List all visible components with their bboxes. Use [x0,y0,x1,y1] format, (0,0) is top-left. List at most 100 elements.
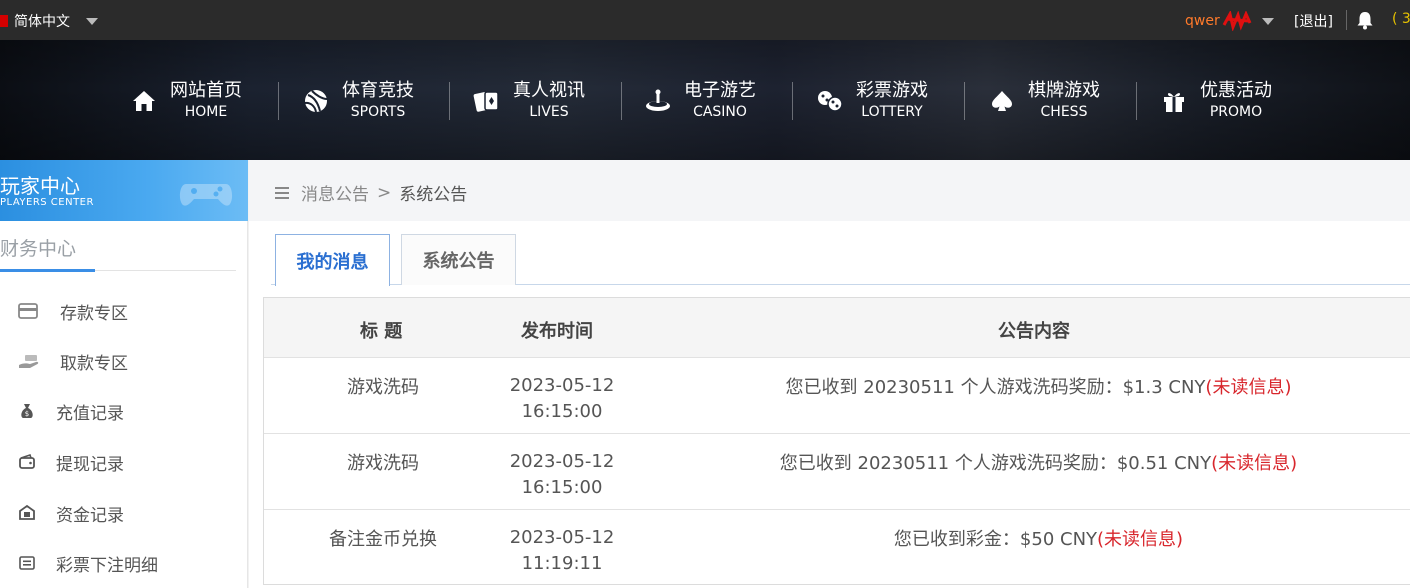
sidebar-item-lottery-bets[interactable]: 彩票下注明细 [18,551,158,576]
menu-icon[interactable] [275,186,289,200]
nav-home[interactable]: 网站首页 HOME [130,79,242,123]
divider [792,82,793,120]
sidebar-item-label: 充值记录 [56,403,124,424]
sidebar-item-label: 取款专区 [60,353,128,374]
row-time-value: 16:15:00 [521,477,603,498]
nav-chess[interactable]: 棋牌游戏 CHESS [988,79,1100,123]
breadcrumb-separator: > [377,182,392,203]
cards-icon [473,91,499,112]
table-row[interactable]: 备注金币兑换 2023-05-12 11:19:11 您已收到彩金：$50 CN… [264,509,1410,585]
table-header: 标 题 发布时间 公告内容 [264,298,1410,357]
list-icon [19,556,35,570]
active-indicator [0,269,95,272]
banner-title: 玩家中心 [0,174,80,198]
nav-label-en: SPORTS [350,104,406,120]
divider [449,82,450,120]
fund-icon [19,504,35,520]
unread-badge[interactable]: (未读信息) [1205,377,1291,398]
sidebar-item-recharge-records[interactable]: $ 充值记录 [18,399,124,424]
unread-badge[interactable]: (未读信息) [1097,529,1183,550]
row-time: 2023-05-12 16:15:00 [474,449,650,501]
chevron-down-icon [86,17,98,25]
nav-label-en: LIVES [529,104,569,120]
sidebar-item-withdraw-records[interactable]: 提现记录 [18,450,124,475]
row-time-value: 16:15:00 [521,401,603,422]
nav-label-en: LOTTERY [861,104,923,120]
chevron-down-icon [1261,17,1274,25]
row-time: 2023-05-12 11:19:11 [474,525,650,577]
breadcrumb-bar: 消息公告 > 系统公告 [249,160,1410,221]
row-title: 游戏洗码 [347,453,419,474]
row-time: 2023-05-12 16:15:00 [474,373,650,425]
nav-lives[interactable]: 真人视讯 LIVES [473,79,585,123]
header-title: 标 题 [360,321,403,342]
sidebar-item-withdraw[interactable]: 取款专区 [18,349,128,374]
nav-promo[interactable]: 优惠活动 PROMO [1160,79,1272,123]
redacted-scribble-icon [1222,11,1252,31]
row-title: 备注金币兑换 [329,529,437,550]
sidebar-item-label: 资金记录 [56,505,124,526]
dice-icon [818,91,843,112]
user-menu[interactable]: qwer [1185,11,1274,31]
tab-system-notices[interactable]: 系统公告 [401,234,516,285]
username: qwer [1185,13,1220,29]
nav-casino[interactable]: 电子游艺 CASINO [644,79,756,123]
row-content: 您已收到彩金：$50 CNY(未读信息) [650,525,1410,551]
nav-label-cn: 彩票游戏 [856,80,928,101]
row-content: 您已收到 20230511 个人游戏洗码奖励：$0.51 CNY(未读信息) [650,449,1410,475]
language-selector[interactable]: 简体中文 [0,11,98,31]
sidebar-item-fund-records[interactable]: 资金记录 [18,501,124,526]
nav-label-en: CASINO [693,104,747,120]
svg-text:$: $ [25,410,29,418]
row-date-value: 2023-05-12 [509,375,615,396]
sidebar-item-deposit[interactable]: 存款专区 [18,299,128,324]
message-count[interactable]: ( 3 [1392,11,1410,27]
row-content-text: 您已收到 20230511 个人游戏洗码奖励：$0.51 CNY [779,453,1212,474]
moneybag-icon: $ [21,404,33,418]
table-row[interactable]: 游戏洗码 2023-05-12 16:15:00 您已收到 20230511 个… [264,357,1410,433]
language-label: 简体中文 [14,14,70,30]
main-nav: 网站首页 HOME 体育竞技 SPORTS 真人视讯 LIVES 电子游艺 CA… [0,40,1410,160]
gamepad-icon [179,184,233,206]
china-flag-icon [0,15,8,27]
row-date-value: 2023-05-12 [509,527,615,548]
table-row[interactable]: 游戏洗码 2023-05-12 16:15:00 您已收到 20230511 个… [264,433,1410,509]
nav-label-cn: 棋牌游戏 [1028,80,1100,101]
tab-my-messages[interactable]: 我的消息 [275,234,390,286]
top-bar: 简体中文 qwer [退出] ( 3 [0,0,1410,40]
divider [964,82,965,120]
ball-icon [304,90,328,113]
header-time: 发布时间 [521,321,593,342]
nav-label-cn: 优惠活动 [1200,80,1272,101]
section-title-finance: 财务中心 [0,238,77,260]
nav-label-cn: 体育竞技 [342,80,414,101]
nav-lottery[interactable]: 彩票游戏 LOTTERY [816,79,928,123]
messages-table: 标 题 发布时间 公告内容 游戏洗码 2023-05-12 16:15:00 您… [263,297,1410,585]
logout-link[interactable]: [退出] [1294,11,1333,31]
nav-label-cn: 真人视讯 [513,80,585,101]
bell-icon[interactable] [1356,10,1374,30]
sidebar: 玩家中心 PLAYERS CENTER 财务中心 存款专区 取款专区 $ 充值记… [0,160,248,588]
breadcrumb-current: 系统公告 [399,185,468,205]
slot-icon [646,89,670,111]
row-content-text: 您已收到彩金：$50 CNY [893,529,1098,550]
banner-subtitle: PLAYERS CENTER [0,197,94,208]
nav-label-cn: 电子游艺 [684,80,756,101]
row-content-text: 您已收到 20230511 个人游戏洗码奖励：$1.3 CNY [785,377,1206,398]
home-icon [133,91,155,111]
cash-hand-icon [19,355,39,368]
main-content: 消息公告 > 系统公告 我的消息 系统公告 标 题 发布时间 公告内容 游戏洗码… [249,160,1410,588]
wallet-icon [19,453,35,469]
breadcrumb-parent[interactable]: 消息公告 [301,180,369,205]
sidebar-item-label: 彩票下注明细 [56,555,158,576]
nav-label-cn: 网站首页 [170,80,242,101]
row-title: 游戏洗码 [347,377,419,398]
card-icon [18,303,38,319]
divider [621,82,622,120]
unread-badge[interactable]: (未读信息) [1211,453,1297,474]
breadcrumb: 消息公告 > 系统公告 [275,180,467,205]
players-center-banner: 玩家中心 PLAYERS CENTER [0,160,248,221]
nav-sports[interactable]: 体育竞技 SPORTS [302,79,414,123]
nav-label-en: CHESS [1040,104,1088,120]
divider [1136,82,1137,120]
